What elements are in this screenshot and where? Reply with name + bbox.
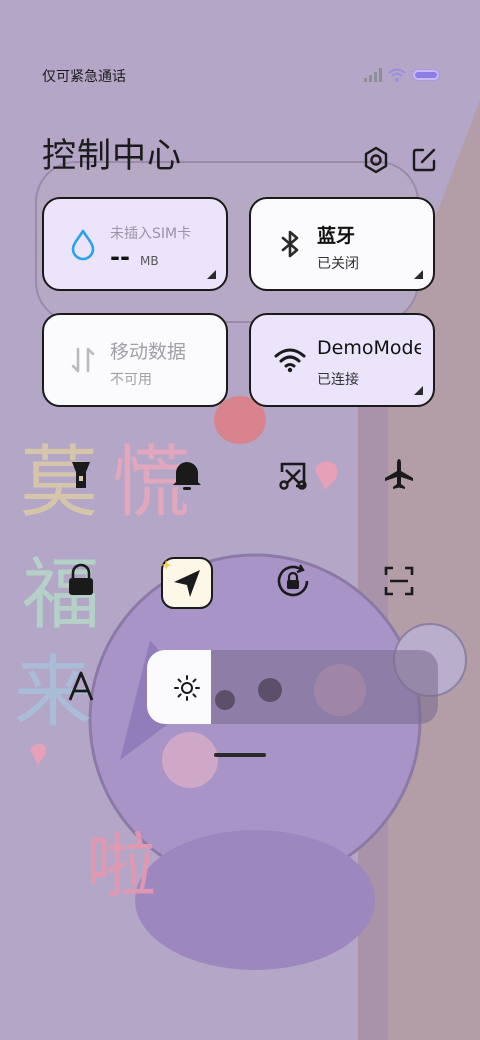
lock-icon (69, 563, 93, 595)
bluetooth-title: 蓝牙 (317, 225, 356, 247)
mobile-data-icon (71, 347, 95, 373)
location-icon (161, 557, 213, 609)
gear-icon (364, 146, 388, 174)
bluetooth-tile[interactable]: 蓝牙 已关闭 (249, 197, 435, 291)
data-usage-value: -- (110, 243, 130, 271)
font-toggle[interactable] (58, 664, 104, 710)
data-usage-tile[interactable]: 未插入SIM卡 -- MB (42, 197, 228, 291)
wifi-network-name: DemoMode (317, 337, 421, 359)
settings-button[interactable] (362, 146, 390, 174)
data-usage-unit: MB (140, 254, 159, 268)
wallpaper-glyph: 啦 (86, 825, 156, 907)
drag-handle[interactable] (214, 753, 266, 757)
location-toggle[interactable] (160, 556, 214, 610)
rotation-lock-icon (277, 564, 309, 597)
bluetooth-icon (281, 230, 299, 258)
sim-status-label: 未插入SIM卡 (110, 226, 192, 242)
lock-toggle[interactable] (58, 558, 104, 604)
expand-corner-icon (414, 270, 423, 279)
mobile-data-status: 不可用 (110, 372, 152, 388)
water-drop-icon (71, 229, 95, 261)
brightness-slider[interactable] (147, 650, 438, 724)
screenshot-toggle[interactable] (270, 452, 316, 498)
screenshot-icon (279, 462, 307, 490)
mobile-data-title: 移动数据 (110, 341, 187, 363)
carrier-text: 仅可紧急通话 (42, 69, 126, 85)
mobile-data-tile[interactable]: 移动数据 不可用 (42, 313, 228, 407)
scan-toggle[interactable] (376, 558, 422, 604)
battery-icon (412, 69, 440, 81)
signal-icon (364, 68, 382, 82)
wifi-status: 已连接 (317, 372, 359, 388)
status-bar: 仅可紧急通话 (42, 66, 440, 86)
expand-corner-icon (207, 270, 216, 279)
silent-toggle[interactable] (164, 452, 210, 498)
airplane-toggle[interactable] (376, 452, 422, 498)
page-title: 控制中心 (42, 136, 182, 176)
scan-icon (384, 566, 414, 596)
wifi-tile[interactable]: DemoMode 已连接 (249, 313, 435, 407)
bluetooth-status: 已关闭 (317, 256, 359, 272)
edit-icon (412, 148, 436, 172)
bell-icon (173, 462, 201, 490)
font-icon (68, 671, 94, 701)
expand-corner-icon (414, 386, 423, 395)
edit-button[interactable] (410, 146, 438, 174)
wifi-status-icon (388, 68, 406, 82)
flashlight-icon (72, 462, 90, 488)
wifi-icon (274, 348, 306, 373)
rotation-lock-toggle[interactable] (270, 558, 316, 604)
sun-icon (174, 675, 200, 701)
flashlight-toggle[interactable] (58, 452, 104, 498)
status-icons (364, 68, 440, 82)
airplane-icon (385, 459, 413, 489)
